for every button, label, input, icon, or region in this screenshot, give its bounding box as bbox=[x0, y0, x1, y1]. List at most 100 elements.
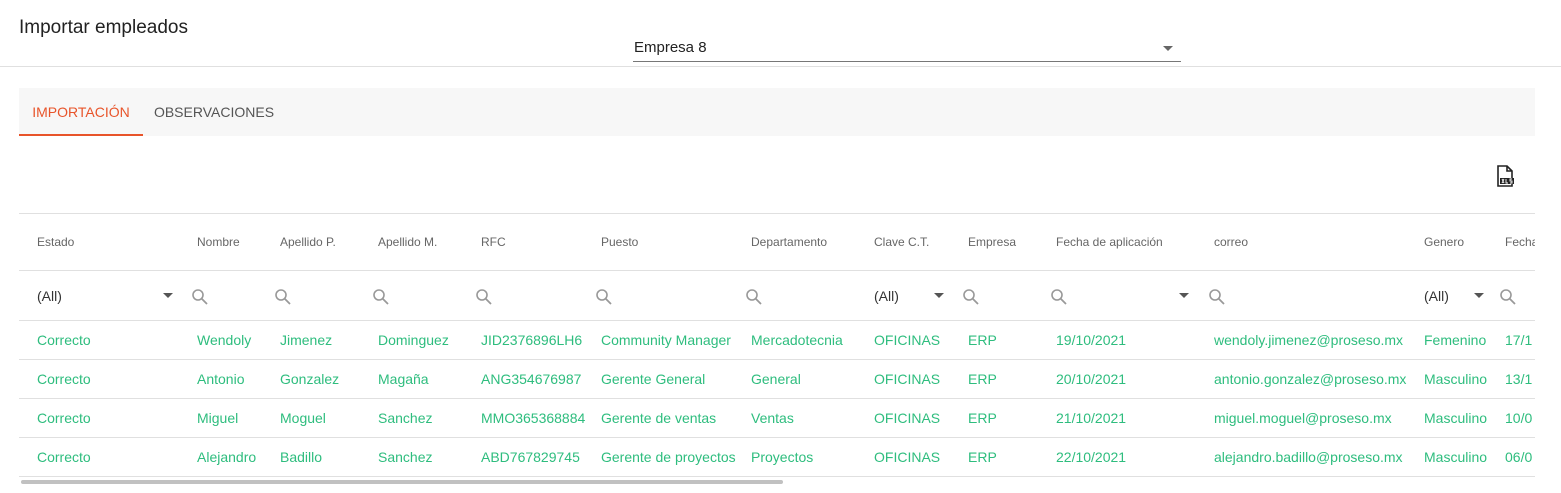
filter-fecha-select[interactable] bbox=[1174, 271, 1194, 321]
cell-nombre: Alejandro bbox=[197, 449, 257, 465]
cell-puesto: Gerente de proyectos bbox=[601, 449, 736, 465]
cell-correo: antonio.gonzalez@proseso.mx bbox=[1214, 371, 1407, 387]
cell-genero: Masculino bbox=[1424, 410, 1488, 426]
cell-rfc: MMO365368884 bbox=[481, 410, 586, 426]
cell-rfc: JID2376896LH6 bbox=[481, 332, 583, 348]
cell-fecha: 17/1 bbox=[1505, 332, 1533, 348]
search-icon[interactable] bbox=[745, 288, 763, 306]
cell-fecha-aplicacion: 22/10/2021 bbox=[1056, 449, 1127, 465]
filter-genero-select[interactable]: (All) bbox=[1424, 271, 1494, 321]
tab-importacion[interactable]: IMPORTACIÓN bbox=[19, 88, 143, 136]
cell-departamento: Proyectos bbox=[751, 449, 814, 465]
export-xlsx-button[interactable] bbox=[1493, 164, 1517, 188]
cell-fecha-aplicacion: 21/10/2021 bbox=[1056, 410, 1127, 426]
column-header-estado[interactable]: Estado bbox=[37, 214, 74, 270]
cell-clave-ct: OFICINAS bbox=[874, 449, 941, 465]
table-row[interactable]: Correcto Miguel Moguel Sanchez MMO365368… bbox=[19, 399, 1535, 438]
employees-grid: Estado Nombre Apellido P. Apellido M. RF… bbox=[19, 213, 1535, 493]
filter-estado-value: (All) bbox=[37, 288, 62, 304]
cell-apellido-m: Sanchez bbox=[378, 449, 433, 465]
cell-genero: Femenino bbox=[1424, 332, 1487, 348]
cell-apellido-p: Jimenez bbox=[280, 332, 333, 348]
cell-fecha: 06/0 bbox=[1505, 449, 1533, 465]
cell-fecha: 13/1 bbox=[1505, 371, 1533, 387]
cell-correo: wendoly.jimenez@proseso.mx bbox=[1214, 332, 1404, 348]
search-icon[interactable] bbox=[962, 288, 980, 306]
cell-rfc: ABD767829745 bbox=[481, 449, 580, 465]
cell-fecha-aplicacion: 20/10/2021 bbox=[1056, 371, 1127, 387]
chevron-down-icon bbox=[1163, 46, 1173, 51]
cell-genero: Masculino bbox=[1424, 371, 1488, 387]
cell-clave-ct: OFICINAS bbox=[874, 332, 941, 348]
column-header-puesto[interactable]: Puesto bbox=[601, 214, 638, 270]
tab-bar: IMPORTACIÓN OBSERVACIONES bbox=[19, 88, 1535, 136]
cell-departamento: General bbox=[751, 371, 801, 387]
cell-fecha: 10/0 bbox=[1505, 410, 1533, 426]
cell-apellido-p: Moguel bbox=[280, 410, 326, 426]
cell-estado: Correcto bbox=[37, 332, 91, 348]
cell-apellido-m: Magaña bbox=[378, 371, 429, 387]
cell-departamento: Ventas bbox=[751, 410, 794, 426]
cell-nombre: Antonio bbox=[197, 371, 245, 387]
column-header-departamento[interactable]: Departamento bbox=[751, 214, 827, 270]
cell-rfc: ANG354676987 bbox=[481, 371, 582, 387]
column-header-clave-ct[interactable]: Clave C.T. bbox=[874, 214, 929, 270]
grid-filter-row: (All) (All) (All) bbox=[19, 271, 1535, 321]
page-header: Importar empleados Empresa 8 bbox=[0, 0, 1561, 67]
column-header-fecha-aplicacion[interactable]: Fecha de aplicación bbox=[1056, 214, 1163, 270]
cell-empresa: ERP bbox=[968, 410, 997, 426]
cell-clave-ct: OFICINAS bbox=[874, 410, 941, 426]
search-icon[interactable] bbox=[1050, 288, 1068, 306]
horizontal-scrollbar-thumb[interactable] bbox=[21, 480, 783, 484]
column-header-empresa[interactable]: Empresa bbox=[968, 214, 1016, 270]
import-employees-page: Importar empleados Empresa 8 IMPORTACIÓN… bbox=[0, 0, 1561, 493]
cell-apellido-m: Sanchez bbox=[378, 410, 433, 426]
tab-observaciones[interactable]: OBSERVACIONES bbox=[143, 88, 285, 136]
cell-departamento: Mercadotecnia bbox=[751, 332, 843, 348]
search-icon[interactable] bbox=[372, 288, 390, 306]
cell-puesto: Gerente General bbox=[601, 371, 706, 387]
cell-apellido-p: Gonzalez bbox=[280, 371, 340, 387]
chevron-down-icon bbox=[163, 293, 173, 298]
cell-nombre: Wendoly bbox=[197, 332, 252, 348]
cell-estado: Correcto bbox=[37, 410, 91, 426]
search-icon[interactable] bbox=[595, 288, 613, 306]
column-header-rfc[interactable]: RFC bbox=[481, 214, 506, 270]
search-icon[interactable] bbox=[1499, 288, 1517, 306]
cell-apellido-p: Badillo bbox=[280, 449, 323, 465]
table-row[interactable]: Correcto Antonio Gonzalez Magaña ANG3546… bbox=[19, 360, 1535, 399]
column-header-apellido-p[interactable]: Apellido P. bbox=[280, 214, 336, 270]
cell-puesto: Community Manager bbox=[601, 332, 731, 348]
column-header-apellido-m[interactable]: Apellido M. bbox=[378, 214, 437, 270]
column-header-nombre[interactable]: Nombre bbox=[197, 214, 240, 270]
chevron-down-icon bbox=[1474, 293, 1484, 298]
cell-genero: Masculino bbox=[1424, 449, 1488, 465]
cell-correo: alejandro.badillo@proseso.mx bbox=[1214, 449, 1403, 465]
search-icon[interactable] bbox=[191, 288, 209, 306]
cell-nombre: Miguel bbox=[197, 410, 239, 426]
company-select[interactable]: Empresa 8 bbox=[633, 38, 1181, 62]
column-header-fecha[interactable]: Fecha bbox=[1505, 214, 1535, 270]
table-row[interactable]: Correcto Wendoly Jimenez Dominguez JID23… bbox=[19, 321, 1535, 360]
cell-empresa: ERP bbox=[968, 449, 997, 465]
filter-clave-ct-select[interactable]: (All) bbox=[874, 271, 950, 321]
cell-correo: miguel.moguel@proseso.mx bbox=[1214, 410, 1392, 426]
table-row[interactable]: Correcto Alejandro Badillo Sanchez ABD76… bbox=[19, 438, 1535, 477]
search-icon[interactable] bbox=[1208, 288, 1226, 306]
filter-genero-value: (All) bbox=[1424, 288, 1449, 304]
filter-clave-ct-value: (All) bbox=[874, 288, 899, 304]
search-icon[interactable] bbox=[475, 288, 493, 306]
chevron-down-icon bbox=[1179, 293, 1189, 298]
chevron-down-icon bbox=[934, 293, 944, 298]
cell-estado: Correcto bbox=[37, 449, 91, 465]
grid-header-row: Estado Nombre Apellido P. Apellido M. RF… bbox=[19, 214, 1535, 271]
search-icon[interactable] bbox=[274, 288, 292, 306]
column-header-correo[interactable]: correo bbox=[1214, 214, 1248, 270]
column-header-genero[interactable]: Genero bbox=[1424, 214, 1464, 270]
xlsx-file-icon bbox=[1497, 165, 1514, 187]
filter-estado-select[interactable]: (All) bbox=[37, 271, 175, 321]
cell-puesto: Gerente de ventas bbox=[601, 410, 717, 426]
cell-empresa: ERP bbox=[968, 332, 997, 348]
cell-estado: Correcto bbox=[37, 371, 91, 387]
cell-fecha-aplicacion: 19/10/2021 bbox=[1056, 332, 1127, 348]
